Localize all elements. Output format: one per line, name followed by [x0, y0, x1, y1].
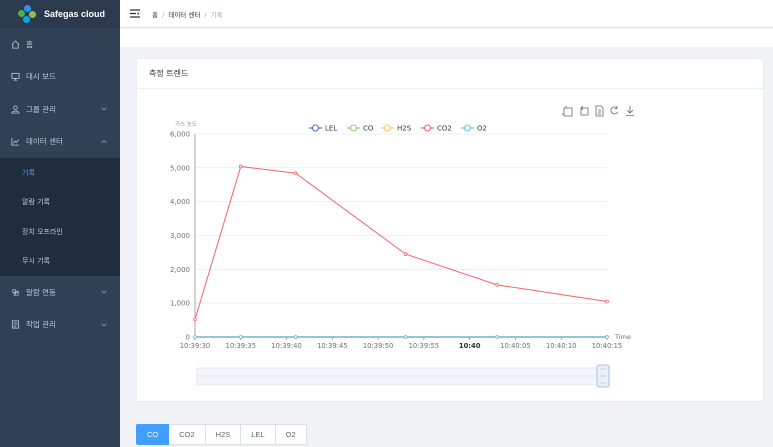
data-point-co2[interactable]	[605, 299, 609, 304]
x-tick-label: 10:39:55	[409, 342, 440, 350]
home-icon	[10, 39, 20, 49]
sidebar-item-label: 대시 보드	[26, 72, 56, 82]
sidebar-item-dashboard[interactable]: 대시 보드	[0, 61, 120, 94]
x-tick-label: 10:39:45	[317, 342, 348, 350]
x-axis-label: Time	[614, 333, 631, 341]
sidebar-item-label: 그룹 관리	[26, 104, 56, 114]
tags-bar	[120, 29, 773, 47]
sidebar-menu: 홈 대시 보드 그룹 관리 데이터 센터 기록 알람 기록 장치 오프라인 무시…	[0, 28, 120, 341]
y-tick-label: 0	[186, 334, 190, 342]
x-tick-label: 10:39:30	[180, 342, 211, 350]
download-icon[interactable]	[626, 106, 634, 116]
navbar: 홈 / 데이터 센터 / 기록	[120, 0, 773, 28]
card-title: 측정 트렌드	[137, 59, 763, 89]
sidebar-item-label: 홈	[26, 39, 33, 49]
sidebar: Safegas cloud 홈 대시 보드 그룹 관리 데이터 센터 기록 알람…	[0, 0, 120, 447]
data-point-co2[interactable]	[495, 283, 499, 287]
sidebar-item-label: 데이터 센터	[26, 137, 63, 147]
restore-icon[interactable]	[610, 106, 618, 115]
data-point-o2[interactable]	[193, 335, 197, 339]
sidebar-item-group[interactable]: 그룹 관리	[0, 93, 120, 126]
legend-label-co[interactable]: CO	[363, 125, 374, 133]
trend-chart: 0 1,000 2,000 3,000 4,000 5,000 6,000 10:39:30 1…	[170, 105, 634, 388]
legend-marker-co[interactable]	[349, 124, 358, 132]
sidebar-item-task[interactable]: 작업 관리	[0, 309, 120, 342]
y-tick-label: 3,000	[170, 232, 190, 240]
data-point-o2[interactable]	[495, 335, 499, 339]
app-title: Safegas cloud	[44, 9, 106, 19]
hamburger-icon[interactable]	[130, 9, 140, 18]
legend-label-co2[interactable]: CO2	[437, 125, 452, 133]
breadcrumb-separator: /	[204, 10, 207, 19]
trend-card: 측정 트렌드 0 1,000 2,000 3,000 4,000 5,000 6,000 10…	[136, 58, 764, 402]
data-point-o2[interactable]	[403, 335, 408, 339]
y-tick-label: 1,000	[170, 300, 190, 308]
breadcrumb-separator: /	[162, 10, 165, 19]
x-tick-label: 10:40:05	[500, 342, 531, 350]
sidebar-subitem-ignore-records[interactable]: 무시 기록	[0, 247, 120, 277]
sidebar-subitem-records[interactable]: 기록	[0, 158, 120, 188]
legend-marker-lel[interactable]	[311, 124, 320, 132]
link-icon	[10, 287, 20, 297]
sidebar-subitem-device-offline[interactable]: 장치 오프라인	[0, 217, 120, 247]
sidebar-item-data-center[interactable]: 데이터 센터	[0, 126, 120, 159]
legend-label-o2[interactable]: O2	[477, 125, 487, 133]
data-point-co2[interactable]	[403, 252, 408, 256]
series-line-co2	[194, 165, 608, 320]
chevron-down-icon	[101, 107, 107, 111]
data-point-co2[interactable]	[293, 171, 298, 176]
sidebar-subitem-alarm-records[interactable]: 알람 기록	[0, 188, 120, 218]
sidebar-item-label: 작업 관리	[26, 320, 56, 330]
y-tick-label: 2,000	[170, 266, 190, 274]
x-tick-label: 10:39:35	[226, 342, 257, 350]
legend-label-h2s[interactable]: H2S	[397, 125, 412, 133]
gas-tabs: CO CO2 H2S LEL O2	[136, 424, 307, 445]
line-chart-icon	[10, 137, 20, 147]
list-icon	[10, 320, 20, 330]
tab-co2[interactable]: CO2	[169, 424, 206, 445]
legend-label-lel[interactable]: LEL	[325, 125, 337, 133]
y-tick-label: 6,000	[170, 131, 190, 139]
logo[interactable]: Safegas cloud	[0, 0, 120, 28]
breadcrumb-home[interactable]: 홈	[152, 11, 158, 19]
sidebar-item-label: 알람 연동	[26, 287, 56, 297]
data-center-submenu: 기록 알람 기록 장치 오프라인 무시 기록	[0, 158, 120, 276]
zoom-reset-icon[interactable]	[580, 105, 589, 116]
tab-o2[interactable]: O2	[275, 424, 307, 445]
legend-marker-o2[interactable]	[463, 124, 472, 132]
sidebar-item-alarm-link[interactable]: 알람 연동	[0, 276, 120, 309]
breadcrumb-section: 데이터 센터	[168, 10, 201, 19]
group-icon	[10, 104, 20, 114]
data-point-o2[interactable]	[605, 335, 609, 339]
x-tick-label: 10:39:40	[271, 342, 302, 350]
data-zoom-track[interactable]	[196, 367, 610, 386]
x-tick-label: 10:39:50	[363, 342, 394, 350]
y-axis-label: 가스 농도	[175, 120, 197, 128]
tab-co[interactable]: CO	[136, 424, 170, 445]
logo-icon	[18, 5, 36, 23]
breadcrumb-current: 기록	[210, 10, 223, 19]
monitor-icon	[10, 72, 20, 82]
legend-marker-h2s[interactable]	[383, 124, 392, 132]
x-tick-label: 10:40:10	[546, 342, 577, 350]
breadcrumb: 홈 / 데이터 센터 / 기록	[152, 9, 223, 19]
sidebar-item-home[interactable]: 홈	[0, 28, 120, 61]
main-area: 홈 / 데이터 센터 / 기록 측정 트렌드 0 1,000 2,000 3,000 4…	[120, 0, 773, 447]
data-view-icon[interactable]	[595, 105, 604, 117]
y-tick-label: 4,000	[170, 198, 190, 206]
data-point-o2[interactable]	[238, 335, 243, 339]
chevron-down-icon	[101, 322, 107, 327]
x-tick-label: 10:40	[459, 342, 481, 350]
data-point-o2[interactable]	[293, 335, 298, 339]
data-point-co2[interactable]	[238, 164, 243, 169]
tab-lel[interactable]: LEL	[241, 424, 276, 445]
chevron-down-icon	[101, 290, 107, 294]
chevron-up-icon	[101, 139, 107, 143]
tab-h2s[interactable]: H2S	[205, 424, 242, 445]
y-tick-label: 5,000	[170, 164, 190, 172]
x-tick-label: 10:40:15	[592, 342, 623, 350]
zoom-select-icon[interactable]	[562, 106, 573, 117]
data-point-co2[interactable]	[193, 317, 197, 322]
legend-marker-co2[interactable]	[423, 124, 432, 132]
